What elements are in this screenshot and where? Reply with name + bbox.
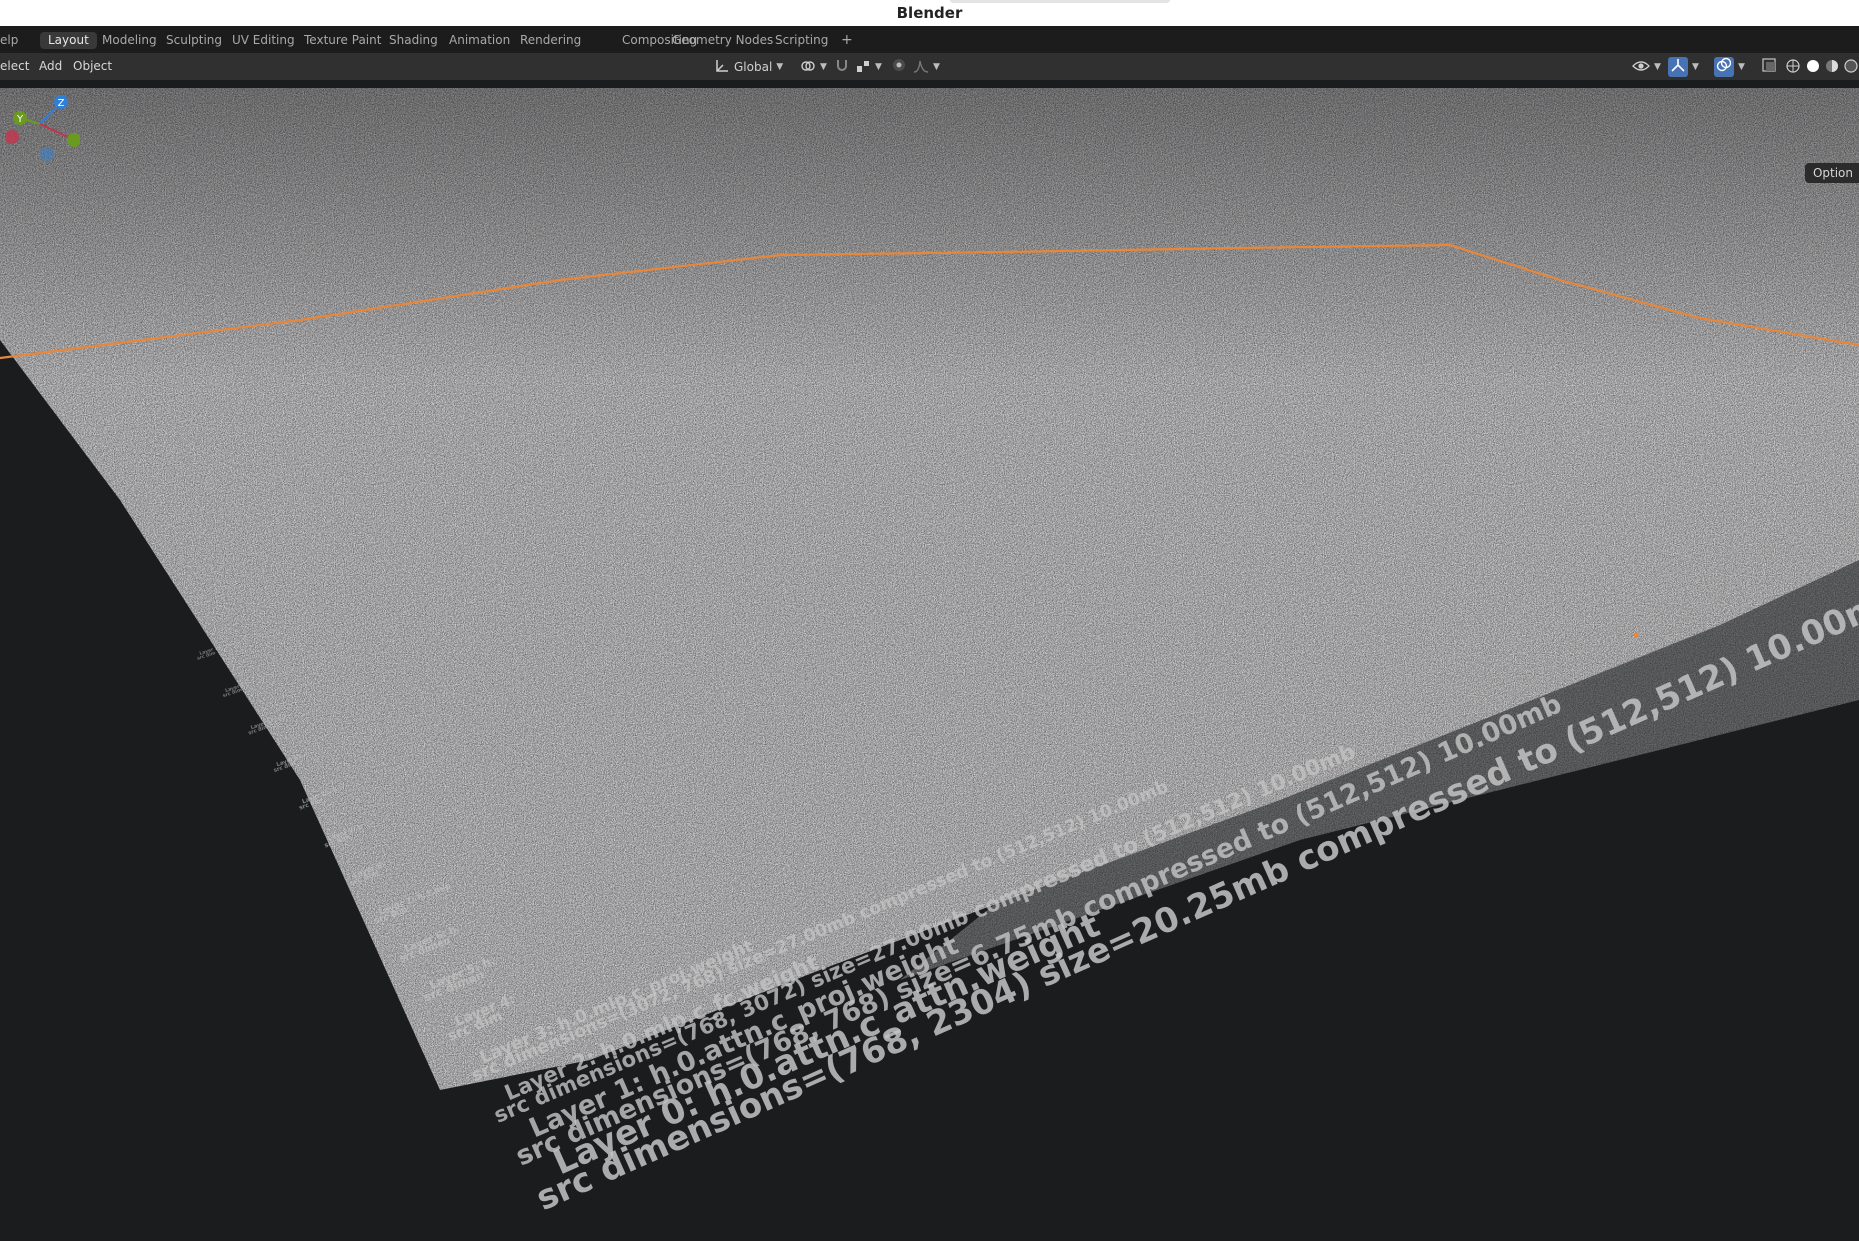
visibility-dropdown[interactable]: ▼ [1632, 57, 1661, 77]
tab-texture-paint[interactable]: Texture Paint [296, 32, 389, 49]
tab-shading[interactable]: Shading [381, 32, 446, 49]
gizmo-neg-x-ball[interactable] [5, 130, 19, 144]
object-menu[interactable]: Object [73, 58, 112, 75]
chevron-down-icon: ▼ [776, 62, 784, 72]
xray-icon [1761, 57, 1777, 77]
overlay-chevron-down-icon[interactable]: ▼ [1738, 62, 1745, 72]
transform-orientation-dropdown[interactable]: Global ▼ [714, 57, 783, 77]
wireframe-shading-button[interactable] [1784, 57, 1802, 77]
navigation-gizmo[interactable]: Z Y [0, 80, 80, 170]
tab-geometry-nodes[interactable]: Geometry Nodes [664, 32, 781, 49]
origin-point [1633, 632, 1639, 638]
wireframe-shading-icon [1786, 58, 1800, 77]
window-title: Blender [896, 4, 963, 22]
proportional-edit-icon [891, 57, 907, 77]
solid-shading-button[interactable] [1804, 57, 1822, 77]
material-shading-icon [1825, 58, 1839, 77]
snap-target-icon [855, 58, 871, 77]
proportional-edit-toggle[interactable] [889, 57, 909, 77]
overlay-toggle[interactable] [1714, 57, 1734, 77]
gizmo-toggle[interactable] [1668, 57, 1688, 77]
xray-toggle[interactable] [1759, 57, 1779, 77]
material-shading-button[interactable] [1823, 57, 1841, 77]
noise-plane [0, 88, 1859, 1090]
solid-shading-icon [1806, 58, 1820, 77]
select-menu[interactable]: elect [0, 58, 29, 75]
titlebar-drag-handle[interactable] [950, 0, 1170, 3]
gizmo-z-label: Z [58, 98, 65, 109]
rendered-shading-icon [1843, 58, 1858, 77]
tab-scripting[interactable]: Scripting [767, 32, 836, 49]
pivot-icon [800, 58, 816, 77]
window-titlebar: Blender [0, 0, 1859, 27]
gizmo-icon [1670, 57, 1686, 77]
snap-icon [834, 57, 850, 77]
workspace-tabs-bar: elp Layout Modeling Sculpting UV Editing… [0, 26, 1859, 53]
tab-animation[interactable]: Animation [441, 32, 518, 49]
gizmo-neg-z-ball[interactable] [40, 147, 54, 161]
tab-modeling[interactable]: Modeling [94, 32, 165, 49]
chevron-down-icon: ▼ [875, 62, 882, 72]
falloff-icon [913, 58, 929, 77]
visibility-icon [1632, 58, 1650, 77]
viewport-scene[interactable]: Layer 0: h.0.attn.c_attn.weightsrc dimen… [0, 80, 1859, 1241]
add-menu[interactable]: Add [39, 58, 62, 75]
chevron-down-icon: ▼ [933, 62, 940, 72]
help-menu[interactable]: elp [0, 32, 26, 49]
tab-layout[interactable]: Layout [40, 32, 97, 49]
gizmo-y-label: Y [16, 114, 24, 125]
options-dropdown[interactable]: Option [1804, 163, 1859, 183]
falloff-dropdown[interactable]: ▼ [913, 57, 940, 77]
overlay-icon [1716, 57, 1732, 77]
transform-orientation-icon [714, 58, 730, 77]
tab-rendering[interactable]: Rendering [512, 32, 589, 49]
snap-toggle[interactable] [832, 57, 852, 77]
snap-target-dropdown[interactable]: ▼ [855, 57, 882, 77]
add-workspace-button[interactable]: + [833, 32, 861, 49]
gizmo-neg-y-ball[interactable] [67, 133, 80, 147]
viewport-header: elect Add Object Global ▼ ▼ ▼ ▼ ▼ ▼ ▼ [0, 53, 1859, 80]
gizmo-chevron-down-icon[interactable]: ▼ [1692, 62, 1699, 72]
orientation-label: Global [734, 60, 773, 74]
chevron-down-icon: ▼ [1654, 62, 1661, 72]
chevron-down-icon: ▼ [820, 62, 827, 72]
rendered-shading-button[interactable] [1842, 57, 1859, 77]
3d-viewport[interactable]: Layer 0: h.0.attn.c_attn.weight src dimen… [0, 80, 1859, 1241]
tab-sculpting[interactable]: Sculpting [158, 32, 230, 49]
tab-uv-editing[interactable]: UV Editing [224, 32, 303, 49]
pivot-point-dropdown[interactable]: ▼ [800, 57, 827, 77]
